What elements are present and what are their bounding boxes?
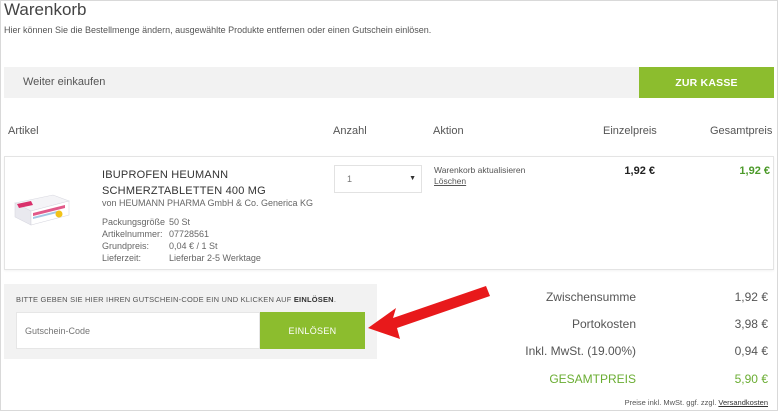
caret-down-icon: ▼	[409, 175, 416, 182]
red-arrow-icon	[368, 286, 490, 339]
cart-item-row: IBUPROFEN HEUMANN SCHMERZTABLETTEN 400 M…	[4, 156, 774, 270]
voucher-instructions: BITTE GEBEN SIE HIER IHREN GUTSCHEIN-COD…	[16, 295, 336, 304]
spec-value-base-price: 0,04 € / 1 St	[169, 241, 218, 251]
quantity-select[interactable]: 1 ▼	[334, 165, 422, 193]
delete-item-link[interactable]: Löschen	[434, 176, 466, 186]
spec-label-delivery-time: Lieferzeit:	[102, 253, 142, 263]
shipping-label: Portokosten	[571, 317, 636, 331]
column-header-total-price: Gesamtpreis	[710, 125, 773, 137]
product-name-line1: IBUPROFEN HEUMANN	[102, 169, 229, 181]
shipping-costs-link[interactable]: Versandkosten	[718, 398, 768, 407]
spec-label-article-number: Artikelnummer:	[102, 229, 163, 239]
shipping-value: 3,98 €	[734, 317, 768, 331]
product-name[interactable]: IBUPROFEN HEUMANN SCHMERZTABLETTEN 400 M…	[102, 167, 266, 199]
redeem-voucher-button[interactable]: EINLÖSEN	[260, 312, 365, 349]
price-note: Preise inkl. MwSt. ggf. zzgl. Versandkos…	[625, 398, 768, 407]
voucher-panel: BITTE GEBEN SIE HIER IHREN GUTSCHEIN-COD…	[4, 284, 377, 359]
spec-label-pack-size: Packungsgröße	[102, 217, 166, 227]
spec-label-base-price: Grundpreis:	[102, 241, 150, 251]
product-image[interactable]	[13, 187, 71, 229]
product-name-line2: SCHMERZTABLETTEN 400 MG	[102, 185, 266, 197]
voucher-code-input[interactable]	[16, 312, 260, 349]
spec-value-delivery-time: Lieferbar 2-5 Werktage	[169, 253, 261, 263]
continue-shopping-link[interactable]: Weiter einkaufen	[23, 76, 105, 88]
column-header-article: Artikel	[8, 125, 39, 137]
voucher-instructions-bold: EINLÖSEN	[293, 295, 334, 304]
voucher-instructions-suffix: .	[333, 295, 337, 304]
column-header-unit-price: Einzelpreis	[603, 125, 657, 137]
product-manufacturer: von HEUMANN PHARMA GmbH & Co. Generica K…	[102, 198, 314, 208]
tax-value: 0,94 €	[734, 344, 768, 358]
page-title: Warenkorb	[4, 0, 87, 19]
subtotal-value: 1,92 €	[734, 290, 768, 304]
column-header-action: Aktion	[433, 125, 464, 137]
cart-top-bar: Weiter einkaufen ZUR KASSE	[4, 67, 774, 98]
voucher-instructions-prefix: BITTE GEBEN SIE HIER IHREN GUTSCHEIN-COD…	[16, 295, 294, 304]
subtotal-label: Zwischensumme	[545, 290, 636, 304]
column-header-quantity: Anzahl	[333, 125, 367, 137]
unit-price: 1,92 €	[624, 165, 655, 177]
update-cart-link[interactable]: Warenkorb aktualisieren	[434, 165, 525, 175]
price-note-text: Preise inkl. MwSt. ggf. zzgl.	[624, 398, 719, 407]
page-subtitle: Hier können Sie die Bestellmenge ändern,…	[4, 25, 432, 35]
spec-value-article-number: 07728561	[169, 229, 210, 239]
tax-label: Inkl. MwSt. (19.00%)	[525, 344, 636, 358]
grand-total-label: GESAMTPREIS	[549, 372, 636, 386]
checkout-button[interactable]: ZUR KASSE	[639, 67, 774, 98]
quantity-value: 1	[347, 174, 353, 184]
item-total-price: 1,92 €	[739, 165, 770, 177]
spec-value-pack-size: 50 St	[169, 217, 191, 227]
grand-total-value: 5,90 €	[734, 372, 768, 386]
